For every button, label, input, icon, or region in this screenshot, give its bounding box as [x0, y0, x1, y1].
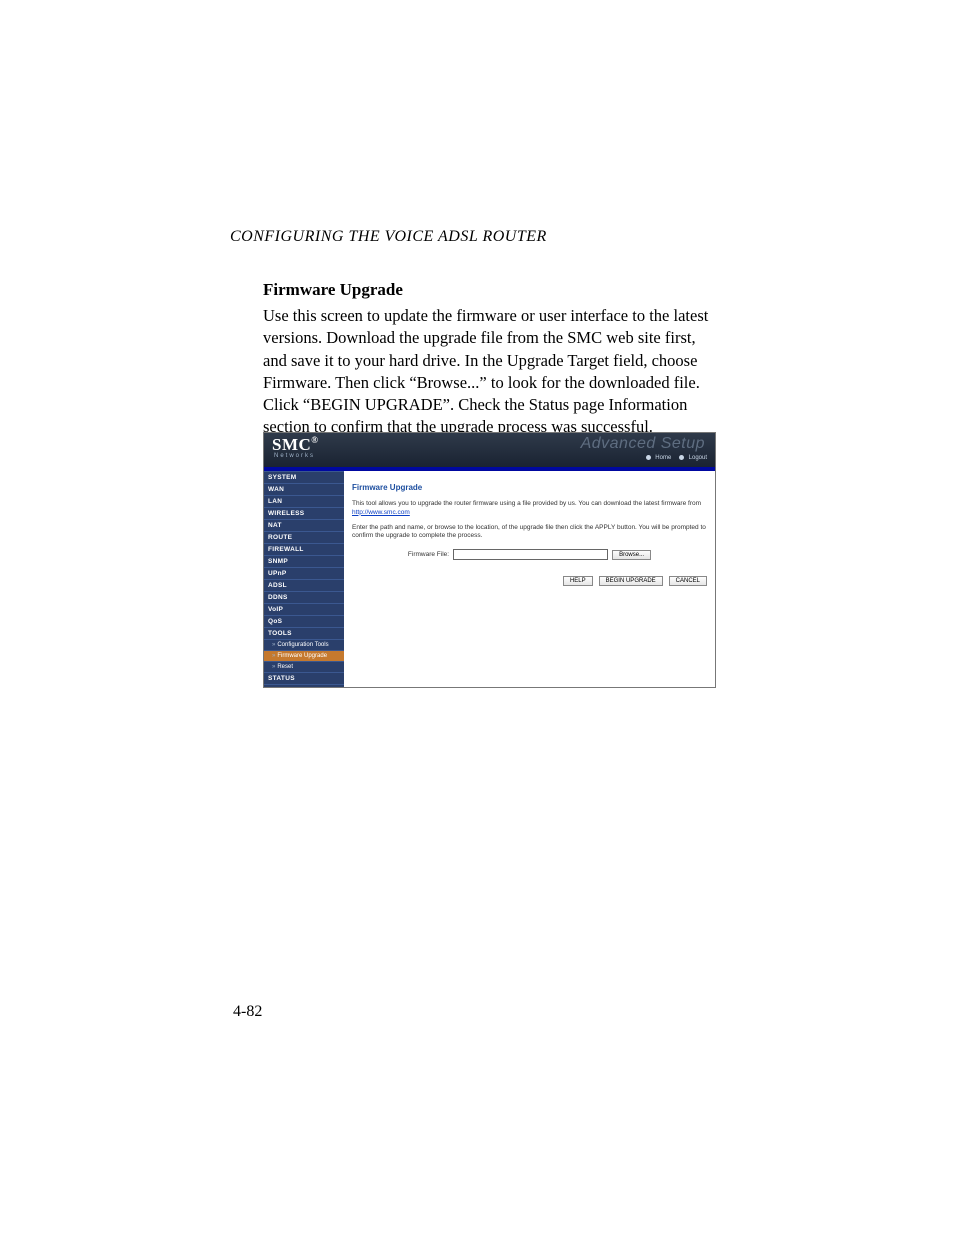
firmware-file-input[interactable] [453, 549, 608, 560]
header-tagline: Advanced Setup [581, 435, 705, 453]
cancel-button[interactable]: CANCEL [669, 576, 707, 586]
bullet-icon: » [272, 664, 275, 670]
nav-route[interactable]: ROUTE [264, 531, 344, 543]
nav-system[interactable]: SYSTEM [264, 471, 344, 483]
content-title: Firmware Upgrade [352, 483, 707, 492]
firmware-file-label: Firmware File: [408, 551, 449, 558]
sidebar: SYSTEM WAN LAN WIRELESS NAT ROUTE FIREWA… [264, 471, 344, 688]
nav-snmp[interactable]: SNMP [264, 555, 344, 567]
content-paragraph-2: Enter the path and name, or browse to th… [352, 524, 707, 542]
smc-link[interactable]: http://www.smc.com [352, 509, 410, 516]
nav-upnp[interactable]: UPnP [264, 567, 344, 579]
begin-upgrade-button[interactable]: BEGIN UPGRADE [599, 576, 663, 586]
nav-tools[interactable]: TOOLS [264, 627, 344, 639]
nav-qos[interactable]: QoS [264, 615, 344, 627]
router-body: SYSTEM WAN LAN WIRELESS NAT ROUTE FIREWA… [264, 471, 715, 688]
nav-voip[interactable]: VoIP [264, 603, 344, 615]
header-links: Home Logout [640, 455, 707, 461]
nav-status[interactable]: STATUS [264, 672, 344, 684]
nav-wireless[interactable]: WIRELESS [264, 507, 344, 519]
brand-logo: SMC® [272, 435, 319, 455]
bullet-icon: » [272, 642, 275, 648]
home-icon [646, 455, 651, 460]
logout-link[interactable]: Logout [689, 455, 707, 461]
nav-lan[interactable]: LAN [264, 495, 344, 507]
brand-text: SMC [272, 435, 311, 454]
nav-firewall[interactable]: FIREWALL [264, 543, 344, 555]
brand-sub: Networks [274, 453, 315, 459]
nav-nat[interactable]: NAT [264, 519, 344, 531]
nav-sub-firmware-upgrade[interactable]: »Firmware Upgrade [264, 650, 344, 661]
section-title: Firmware Upgrade [263, 280, 403, 300]
nav-adsl[interactable]: ADSL [264, 579, 344, 591]
logout-icon [679, 455, 684, 460]
nav-sub-configuration-tools[interactable]: »Configuration Tools [264, 639, 344, 650]
body-paragraph: Use this screen to update the firmware o… [263, 305, 715, 439]
home-link[interactable]: Home [655, 455, 671, 461]
embedded-screenshot: SMC® Networks Advanced Setup Home Logout… [263, 432, 716, 688]
router-header: SMC® Networks Advanced Setup Home Logout [264, 433, 715, 467]
nav-wan[interactable]: WAN [264, 483, 344, 495]
content-paragraph-1: This tool allows you to upgrade the rout… [352, 500, 707, 518]
firmware-file-row: Firmware File: Browse... [352, 549, 707, 560]
running-head: CONFIGURING THE VOICE ADSL ROUTER [230, 228, 547, 246]
nav-ddns[interactable]: DDNS [264, 591, 344, 603]
nav-sub-reset[interactable]: »Reset [264, 661, 344, 672]
help-button[interactable]: HELP [563, 576, 593, 586]
browse-button[interactable]: Browse... [612, 550, 651, 560]
content-panel: Firmware Upgrade This tool allows you to… [344, 471, 715, 688]
action-row: HELP BEGIN UPGRADE CANCEL [352, 576, 707, 586]
sidebar-end [264, 684, 344, 688]
registered-icon: ® [311, 435, 318, 445]
document-page: CONFIGURING THE VOICE ADSL ROUTER Firmwa… [0, 0, 954, 1235]
bullet-icon: » [272, 653, 275, 659]
page-number: 4-82 [233, 1003, 262, 1021]
